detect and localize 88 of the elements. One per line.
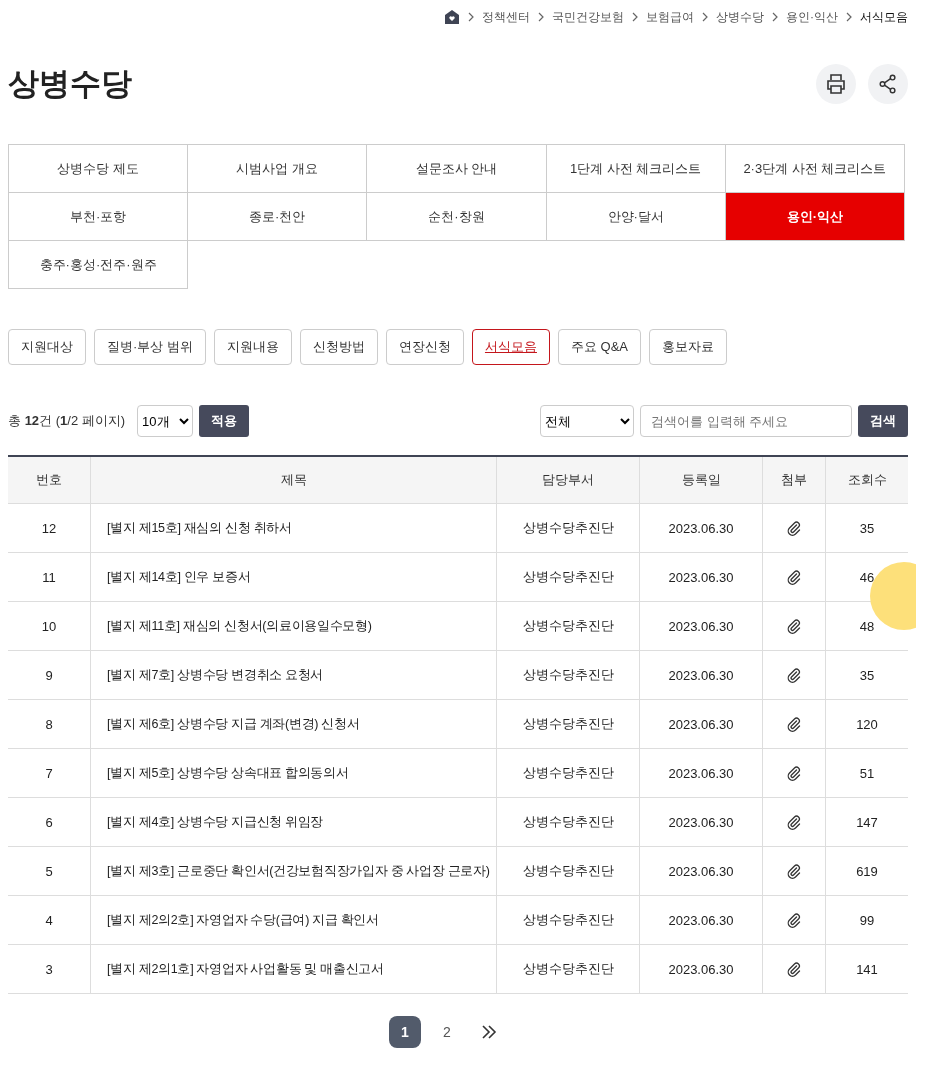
table-cell: 10	[8, 601, 91, 651]
post-title-link[interactable]: [별지 제6호] 상병수당 지급 계좌(변경) 신청서	[90, 699, 497, 749]
sub-tab[interactable]: 지원대상	[8, 329, 86, 365]
table-cell: 상병수당추진단	[496, 944, 640, 994]
search-field[interactable]: 검색어를 입력해 주세요	[640, 405, 852, 437]
sub-tab[interactable]: 서식모음	[471, 329, 550, 365]
table-cell: 상병수당추진단	[496, 503, 640, 553]
region-tab[interactable]: 안양·달서	[546, 193, 726, 241]
table-cell: 120	[825, 699, 908, 749]
post-title-link[interactable]: [별지 제4호] 상병수당 지급신청 위임장	[90, 797, 497, 847]
table-cell: 99	[825, 895, 908, 945]
post-title-link[interactable]: [별지 제2의2호] 자영업자 수당(급여) 지급 확인서	[90, 895, 497, 945]
breadcrumb-link[interactable]: 서식모음	[860, 8, 908, 26]
column-header: 번호	[8, 456, 91, 504]
table-cell: 2023.06.30	[639, 601, 763, 651]
search-scope-select[interactable]: 전체	[540, 405, 634, 437]
post-title-link[interactable]: [별지 제2의1호] 자영업자 사업활동 및 매출신고서	[90, 944, 497, 994]
apply-button[interactable]: 적용	[199, 405, 250, 437]
region-tab[interactable]: 설문조사 안내	[367, 145, 547, 193]
table-cell: 상병수당추진단	[496, 748, 640, 798]
table-cell: 147	[825, 797, 908, 847]
post-title-link[interactable]: [별지 제11호] 재심의 신청서(의료이용일수모형)	[90, 601, 497, 651]
table-cell: 2023.06.30	[639, 650, 763, 700]
table-cell: 6	[8, 797, 91, 847]
column-header: 등록일	[639, 456, 763, 504]
region-tab[interactable]: 순천·창원	[367, 193, 547, 241]
page-button[interactable]: 2	[431, 1016, 463, 1048]
table-cell: 2023.06.30	[639, 503, 763, 553]
table-cell: 상병수당추진단	[496, 650, 640, 700]
region-tab[interactable]: 충주·홍성·전주·원주	[9, 241, 189, 289]
region-tab[interactable]: 시범사업 개요	[188, 145, 368, 193]
table-cell: 2023.06.30	[639, 748, 763, 798]
region-tab[interactable]: 용인·익산	[725, 193, 905, 241]
post-title-link[interactable]: [별지 제3호] 근로중단 확인서(건강보험직장가입자 중 사업장 근로자)	[90, 846, 497, 896]
column-header: 첨부	[762, 456, 826, 504]
table-cell: 2023.06.30	[639, 552, 763, 602]
table-cell: 51	[825, 748, 908, 798]
page-title: 상병수당	[8, 65, 132, 103]
table-cell: 11	[8, 552, 91, 602]
post-title-link[interactable]: [별지 제5호] 상병수당 상속대표 합의동의서	[90, 748, 497, 798]
region-tab[interactable]: 상병수당 제도	[9, 145, 189, 193]
sub-tab[interactable]: 신청방법	[299, 329, 378, 365]
table-cell: 8	[8, 699, 91, 749]
table-cell: 상병수당추진단	[496, 601, 640, 651]
table-cell: 2023.06.30	[639, 895, 763, 945]
post-title-link[interactable]: [별지 제15호] 재심의 신청 취하서	[90, 503, 497, 553]
column-header: 담당부서	[496, 456, 640, 504]
breadcrumb-link[interactable]: 용인·익산	[786, 8, 838, 26]
region-tab[interactable]: 1단계 사전 체크리스트	[546, 145, 726, 193]
table-cell: 4	[8, 895, 91, 945]
breadcrumb-link[interactable]: 정책센터	[482, 8, 530, 26]
breadcrumb-link[interactable]: 상병수당	[716, 8, 764, 26]
page-button[interactable]: 1	[389, 1016, 421, 1048]
sub-tab[interactable]: 지원내용	[213, 329, 292, 365]
table-cell: 7	[8, 748, 91, 798]
table-cell: 2023.06.30	[639, 944, 763, 994]
sub-tab[interactable]: 주요 Q&A	[557, 329, 642, 365]
table-cell: 141	[825, 944, 908, 994]
column-header: 조회수	[825, 456, 908, 504]
table-cell: 619	[825, 846, 908, 896]
table-cell: 2023.06.30	[639, 699, 763, 749]
column-header: 제목	[90, 456, 497, 504]
region-tab[interactable]: 종로·천안	[188, 193, 368, 241]
post-title-link[interactable]: [별지 제14호] 인우 보증서	[90, 552, 497, 602]
table-cell: 상병수당추진단	[496, 699, 640, 749]
table-cell: 3	[8, 944, 91, 994]
result-summary: 총 12건 (1/2 페이지)	[8, 412, 126, 430]
post-title-link[interactable]: [별지 제7호] 상병수당 변경취소 요청서	[90, 650, 497, 700]
table-cell: 상병수당추진단	[496, 552, 640, 602]
table-cell: 5	[8, 846, 91, 896]
page-size-select[interactable]: 10개	[137, 405, 194, 437]
sub-tab[interactable]: 홍보자료	[649, 329, 728, 365]
region-tab[interactable]: 2·3단계 사전 체크리스트	[725, 145, 905, 193]
table-cell: 35	[825, 503, 908, 553]
table-cell: 9	[8, 650, 91, 700]
table-cell: 12	[8, 503, 91, 553]
region-tab[interactable]: 부천·포항	[9, 193, 189, 241]
table-cell: 상병수당추진단	[496, 895, 640, 945]
table-cell: 2023.06.30	[639, 846, 763, 896]
table-cell: 35	[825, 650, 908, 700]
table-cell: 2023.06.30	[639, 797, 763, 847]
sub-tab[interactable]: 질병·부상 범위	[94, 329, 206, 365]
breadcrumb-link[interactable]: 보험급여	[646, 8, 694, 26]
table-cell: 상병수당추진단	[496, 846, 640, 896]
breadcrumb-link[interactable]: 국민건강보험	[552, 8, 624, 26]
search-button[interactable]: 검색	[858, 405, 908, 437]
table-cell: 상병수당추진단	[496, 797, 640, 847]
sub-tab[interactable]: 연장신청	[385, 329, 464, 365]
